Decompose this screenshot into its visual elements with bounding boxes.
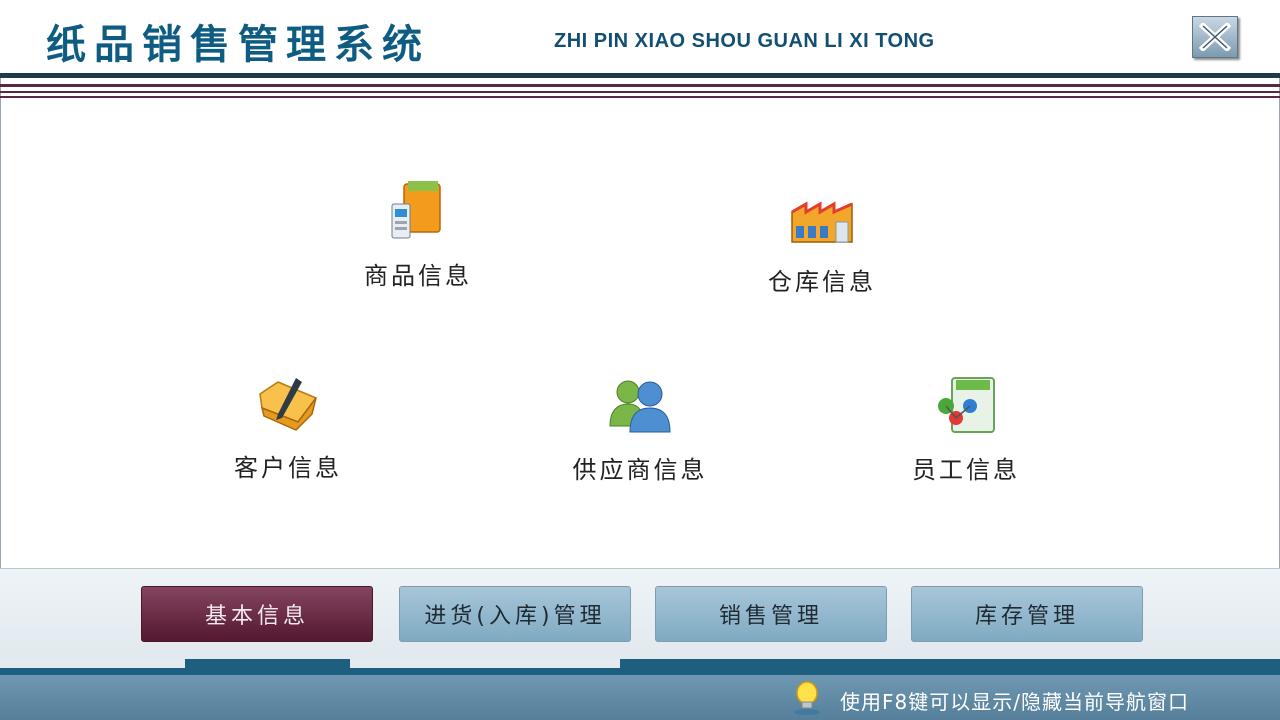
nav-basic-info-button[interactable]: 基本信息 (141, 586, 373, 642)
nav-tab-notch (350, 659, 620, 668)
product-folder-icon (391, 181, 441, 239)
header: 纸品销售管理系统 ZHI PIN XIAO SHOU GUAN LI XI TO… (0, 0, 1280, 74)
customer-folder-icon (259, 378, 318, 431)
close-icon (1199, 23, 1231, 51)
app-title-pinyin: ZHI PIN XIAO SHOU GUAN LI XI TONG (554, 30, 935, 52)
tile-supplier-info[interactable]: 供应商信息 (560, 370, 720, 485)
tile-label: 客户信息 (234, 454, 342, 482)
lightbulb-icon (794, 681, 820, 715)
tile-warehouse-info[interactable]: 仓库信息 (742, 182, 902, 297)
tile-label: 供应商信息 (572, 456, 708, 484)
close-button[interactable] (1192, 16, 1238, 58)
nav-purchase-button[interactable]: 进货(入库)管理 (399, 586, 631, 642)
tile-label: 员工信息 (912, 456, 1020, 484)
tile-label: 商品信息 (364, 262, 472, 290)
app-title: 纸品销售管理系统 (46, 22, 430, 68)
tile-customer-info[interactable]: 客户信息 (208, 368, 368, 483)
employee-book-icon (938, 377, 995, 433)
header-divider (0, 91, 1280, 93)
header-divider (0, 73, 1280, 78)
status-hint: 使用F8键可以显示/隐藏当前导航窗口 (840, 690, 1189, 714)
tile-product-info[interactable]: 商品信息 (338, 176, 498, 291)
warehouse-factory-icon (791, 201, 853, 243)
tile-label: 仓库信息 (768, 268, 876, 296)
nav-sales-button[interactable]: 销售管理 (655, 586, 887, 642)
nav-tab-notch (0, 659, 185, 668)
header-divider (0, 96, 1280, 98)
nav-tab-line (0, 659, 1280, 675)
header-divider (0, 84, 1280, 87)
tile-employee-info[interactable]: 员工信息 (886, 370, 1046, 485)
supplier-users-icon (609, 380, 671, 433)
nav-inventory-button[interactable]: 库存管理 (911, 586, 1143, 642)
